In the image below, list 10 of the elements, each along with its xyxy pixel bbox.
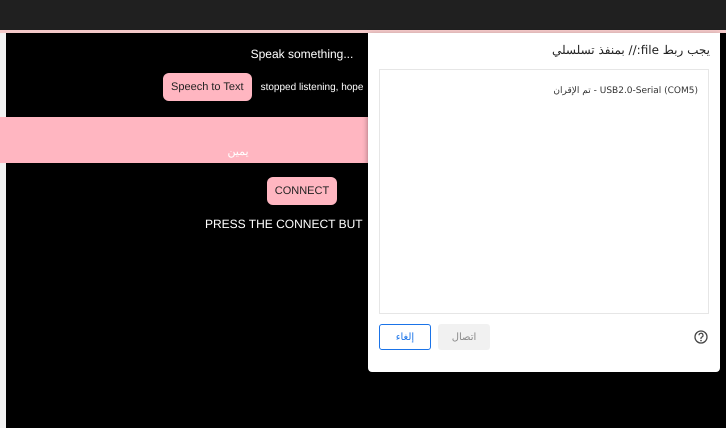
- dialog-title: يجب ربط file:// بمنفذ تسلسلي: [550, 43, 710, 59]
- cancel-button[interactable]: إلغاء: [379, 324, 431, 350]
- speak-prompt: Speak something...: [250, 47, 354, 61]
- help-icon[interactable]: [694, 330, 708, 344]
- direction-label: يمين: [226, 144, 250, 158]
- instruction-text: PRESS THE CONNECT BUT: [205, 217, 363, 231]
- status-text: stopped listening, hope: [260, 82, 364, 92]
- speech-to-text-button[interactable]: Speech to Text: [163, 73, 252, 101]
- device-item[interactable]: USB2.0-Serial (COM5) - تم الإقران: [553, 86, 698, 96]
- connect-button[interactable]: CONNECT: [266, 177, 338, 205]
